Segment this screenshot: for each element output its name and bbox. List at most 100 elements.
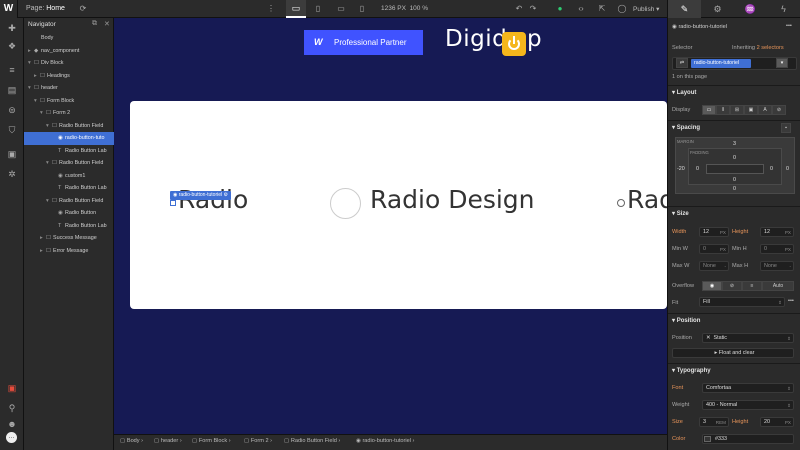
- tree-item-radio-field-2[interactable]: ▾ ☐ Radio Button Field: [24, 157, 114, 170]
- tree-item-radio-label-2[interactable]: T Radio Button Lab: [24, 182, 114, 195]
- mobile-landscape-icon[interactable]: ▭: [334, 3, 348, 15]
- max-height-input[interactable]: None -: [760, 261, 794, 271]
- pages-icon[interactable]: ▤: [5, 84, 19, 96]
- height-input[interactable]: 12 PX: [760, 227, 794, 237]
- page-selector[interactable]: Page: Home: [26, 5, 65, 12]
- spacing-lock-icon[interactable]: ▪: [781, 123, 791, 133]
- tree-item-headings[interactable]: ▸ ☐ Headings: [24, 70, 114, 83]
- tree-item-radio-button-tutoriel[interactable]: ◉ radio-button-tuto: [24, 132, 114, 145]
- assets-icon[interactable]: ▣: [5, 148, 19, 160]
- cms-icon[interactable]: ⊜: [5, 104, 19, 116]
- font-size-input[interactable]: 3 REM: [699, 417, 729, 427]
- search-icon[interactable]: ⚲: [5, 402, 19, 414]
- redo-icon[interactable]: ↷: [526, 3, 540, 15]
- close-icon[interactable]: ✕: [104, 20, 110, 28]
- overflow-auto-button[interactable]: Auto: [762, 281, 794, 291]
- status-check-icon[interactable]: ●: [553, 3, 567, 15]
- tree-item-header[interactable]: ▾ ☐ header: [24, 82, 114, 95]
- tree-item-radio-button[interactable]: ◉ Radio Button: [24, 207, 114, 220]
- design-canvas[interactable]: W Professional Partner Digid p Radio Rad…: [114, 18, 667, 434]
- max-width-input[interactable]: None -: [699, 261, 729, 271]
- webflow-logo[interactable]: W: [0, 0, 18, 18]
- publish-button[interactable]: Publish ▾: [633, 5, 659, 13]
- refresh-icon[interactable]: ⟳: [76, 3, 90, 15]
- desktop-breakpoint-icon[interactable]: ▭: [286, 0, 306, 18]
- code-icon[interactable]: ‹›: [574, 3, 588, 15]
- tree-item-radio-field-1[interactable]: ▾ ☐ Radio Button Field: [24, 120, 114, 133]
- tree-item-error-message[interactable]: ▸ ☐ Error Message: [24, 245, 114, 258]
- weight-select[interactable]: 400 - Normal ⇕: [702, 400, 794, 410]
- display-grid-icon[interactable]: ⊞: [730, 105, 744, 115]
- padding-left-value[interactable]: 0: [696, 166, 699, 172]
- symbols-icon[interactable]: ❖: [5, 40, 19, 52]
- display-inline-icon[interactable]: A: [758, 105, 772, 115]
- overflow-visible-eye-icon[interactable]: ◉: [702, 281, 722, 291]
- margin-right-value[interactable]: 0: [786, 166, 789, 172]
- undo-icon[interactable]: ↶: [512, 3, 526, 15]
- audit-icon[interactable]: ▣: [5, 382, 19, 394]
- tree-item-custom1[interactable]: ◉ custom1: [24, 170, 114, 183]
- padding-right-value[interactable]: 0: [770, 166, 773, 172]
- overflow-scroll-icon[interactable]: ≡: [742, 281, 762, 291]
- tree-item-success-message[interactable]: ▸ ☐ Success Message: [24, 232, 114, 245]
- fit-more-icon[interactable]: •••: [788, 298, 794, 304]
- width-input[interactable]: 12 PX: [699, 227, 729, 237]
- more-icon[interactable]: ⋮: [264, 3, 278, 15]
- ecommerce-icon[interactable]: ⛉: [5, 124, 19, 136]
- radio-button-default[interactable]: [617, 199, 625, 207]
- tree-item-form-block[interactable]: ▾ ☐ Form Block: [24, 95, 114, 108]
- pin-icon[interactable]: ⧉: [92, 20, 97, 28]
- layout-section-header[interactable]: ▾ Layout: [672, 89, 696, 96]
- tree-item-radio-label-1[interactable]: T Radio Button Lab: [24, 145, 114, 158]
- color-input[interactable]: #333: [702, 434, 794, 444]
- display-inline-block-icon[interactable]: ▣: [744, 105, 758, 115]
- selector-dropdown-icon[interactable]: ▾: [776, 58, 788, 68]
- radio-label-2[interactable]: Radio Design: [370, 185, 535, 214]
- selector-style-icon[interactable]: ⇄: [676, 58, 688, 68]
- interactions-tab-drops-icon[interactable]: ♒: [734, 0, 767, 18]
- navigator-icon[interactable]: ≡: [5, 64, 19, 76]
- tree-item-body[interactable]: Body: [24, 32, 114, 45]
- margin-bottom-value[interactable]: 0: [733, 186, 736, 192]
- tree-item-div-block[interactable]: ▾ ☐ Div Block: [24, 57, 114, 70]
- padding-top-value[interactable]: 0: [733, 155, 736, 161]
- preview-icon[interactable]: ◯: [615, 3, 629, 15]
- interactions-tab-bolt-icon[interactable]: ϟ: [767, 0, 800, 18]
- font-select[interactable]: Comfortaa ⇕: [702, 383, 794, 393]
- breadcrumb-radio-button-tutoriel[interactable]: ◉ radio-button-tutoriel ›: [356, 438, 414, 444]
- typography-section-header[interactable]: ▾ Typography: [672, 367, 711, 374]
- add-icon[interactable]: ✚: [5, 22, 19, 34]
- share-icon[interactable]: ⇱: [595, 3, 609, 15]
- tree-item-nav-component[interactable]: ▸ ◆ nav_component: [24, 45, 114, 58]
- inheriting-link[interactable]: 2 selectors: [757, 45, 784, 51]
- breadcrumb-form-block[interactable]: ▢ Form Block ›: [192, 438, 231, 444]
- float-clear-toggle[interactable]: ▸ Float and clear: [672, 348, 794, 358]
- line-height-input[interactable]: 20 PX: [760, 417, 794, 427]
- settings-tab-gear-icon[interactable]: ⚙: [701, 0, 734, 18]
- mobile-portrait-icon[interactable]: ▯: [355, 3, 369, 15]
- spacing-section-header[interactable]: ▾ Spacing: [672, 124, 700, 131]
- display-flex-icon[interactable]: ⫴: [716, 105, 730, 115]
- display-none-icon[interactable]: ⊘: [772, 105, 786, 115]
- padding-bottom-value[interactable]: 0: [733, 177, 736, 183]
- tree-item-form-2[interactable]: ▾ ☐ Form 2: [24, 107, 114, 120]
- selector-chip[interactable]: radio-button-tutoriel: [691, 59, 751, 68]
- selected-element-tag[interactable]: ◉ radio-button-tutoriel ⚙: [170, 191, 231, 200]
- fit-select[interactable]: Fill ⇕: [699, 297, 785, 307]
- breadcrumb-radio-field[interactable]: ▢ Radio Button Field ›: [284, 438, 340, 444]
- breadcrumb-form-2[interactable]: ▢ Form 2 ›: [244, 438, 272, 444]
- more-options-icon[interactable]: •••: [786, 23, 792, 29]
- tree-item-radio-field-3[interactable]: ▾ ☐ Radio Button Field: [24, 195, 114, 208]
- display-block-icon[interactable]: ▭: [702, 105, 716, 115]
- min-width-input[interactable]: 0 PX: [699, 244, 729, 254]
- chat-icon[interactable]: …: [6, 432, 17, 443]
- radio-button-custom[interactable]: [330, 188, 361, 219]
- min-height-input[interactable]: 0 PX: [760, 244, 794, 254]
- selected-radio-button[interactable]: [170, 200, 176, 206]
- position-select[interactable]: ✕ Static ⇕: [702, 333, 794, 343]
- style-tab-brush-icon[interactable]: ✎: [668, 0, 701, 18]
- overflow-hidden-icon[interactable]: ⊘: [722, 281, 742, 291]
- settings-icon[interactable]: ✲: [5, 168, 19, 180]
- radio-label-3[interactable]: Rad: [627, 185, 667, 214]
- size-section-header[interactable]: ▾ Size: [672, 210, 689, 217]
